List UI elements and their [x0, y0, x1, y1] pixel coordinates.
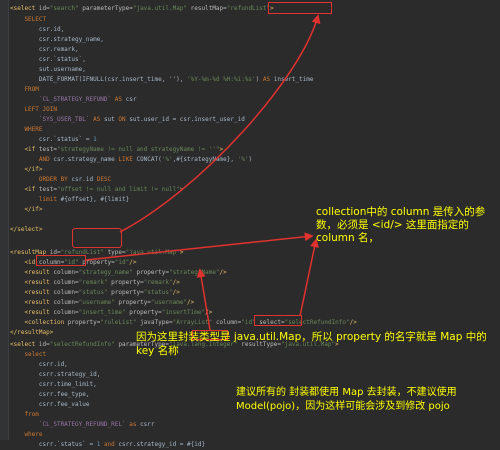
arrow-property-note [196, 268, 211, 331]
note-use-map: 建议所有的 封装都使用 Map 去封装，不建议使用 Model(pojo)，因为… [236, 387, 457, 412]
arrow-resultmap-link [119, 14, 321, 233]
note-property-key: 因为这里封装类型是 java.util.Map，所以 property 的名字就… [136, 331, 487, 357]
arrow-collection-column [299, 238, 319, 317]
code-token: csrr.strategy_id = #{id} [114, 441, 206, 448]
code-token: csrr.`status` = [10, 441, 97, 448]
code-token: and [100, 441, 115, 448]
code-line[interactable]: csrr.`status` = 1 and csrr.strategy_id =… [10, 440, 205, 450]
arrow-id-column [85, 232, 314, 261]
note-collection-column: collection中的 column 是传入的参数，必须是 <id/> 这里面… [316, 206, 486, 244]
